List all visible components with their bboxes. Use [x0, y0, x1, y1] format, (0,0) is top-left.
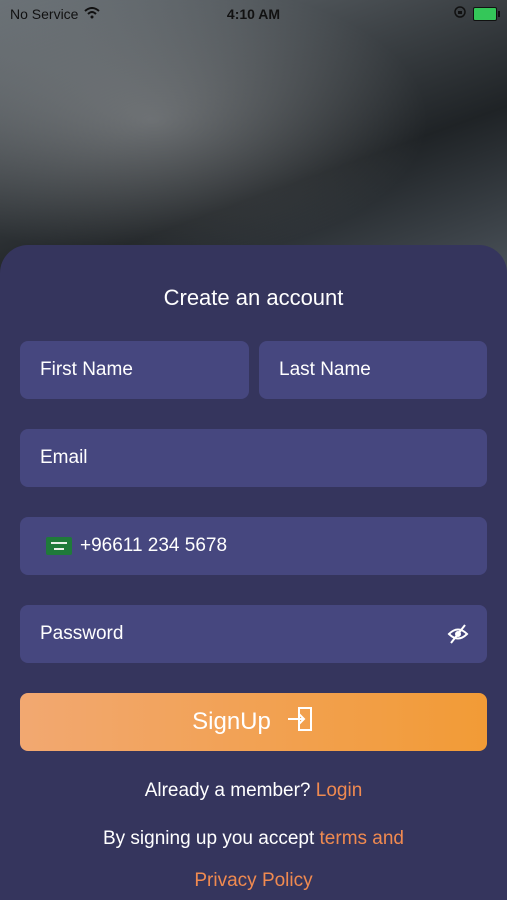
email-placeholder: Email: [40, 447, 88, 468]
eye-off-icon[interactable]: [447, 623, 469, 645]
member-line: Already a member? Login: [0, 780, 507, 802]
first-name-field[interactable]: First Name: [20, 341, 249, 399]
signup-card: Create an account First Name Last Name E…: [0, 245, 507, 900]
status-right: [453, 5, 500, 22]
password-placeholder: Password: [40, 623, 124, 644]
phone-value: +96611 234 5678: [80, 535, 228, 556]
password-field[interactable]: Password: [20, 605, 487, 663]
privacy-policy-link[interactable]: Privacy Policy: [0, 870, 507, 892]
email-field[interactable]: Email: [20, 429, 487, 487]
status-bar: No Service 4:10 AM: [0, 0, 507, 28]
login-arrow-icon: [285, 704, 315, 741]
last-name-field[interactable]: Last Name: [259, 341, 487, 399]
status-time: 4:10 AM: [226, 6, 281, 22]
login-link[interactable]: Login: [316, 780, 363, 801]
phone-field[interactable]: +96611 234 5678: [20, 517, 487, 575]
saudi-flag-icon[interactable]: [46, 537, 72, 555]
member-text: Already a member?: [144, 780, 311, 801]
terms-link[interactable]: terms and: [320, 828, 404, 849]
terms-text: By signing up you accept: [102, 828, 315, 849]
signup-button[interactable]: SignUp: [20, 693, 487, 751]
battery-icon: [473, 6, 500, 21]
first-name-placeholder: First Name: [40, 359, 133, 380]
rotation-lock-icon: [453, 5, 467, 22]
last-name-placeholder: Last Name: [279, 359, 371, 380]
page-title: Create an account: [163, 285, 344, 310]
signup-label: SignUp: [192, 708, 271, 735]
terms-line: By signing up you accept terms and: [0, 828, 507, 850]
